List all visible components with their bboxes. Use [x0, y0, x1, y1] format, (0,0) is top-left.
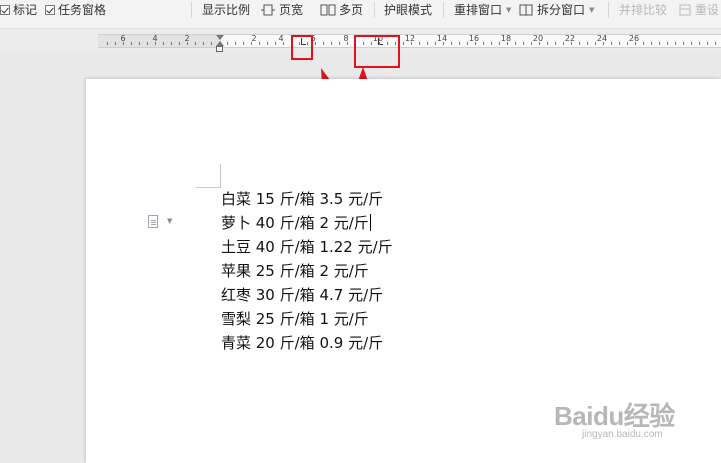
- document-line: 萝卜 40 斤/箱 2 元/斤: [221, 214, 369, 232]
- document-line[interactable]: 土豆 40 斤/箱 1.22 元/斤: [221, 235, 393, 259]
- margin-corner-mark: [196, 187, 220, 188]
- baidu-watermark: Baidu经验 jingyan.baidu.com: [554, 396, 675, 440]
- chevron-down-icon[interactable]: ▼: [167, 217, 172, 225]
- watermark-main: Baidu经验: [554, 401, 675, 431]
- document-line[interactable]: 青菜 20 斤/箱 0.9 元/斤: [221, 331, 393, 355]
- document-line[interactable]: 苹果 25 斤/箱 2 元/斤: [221, 259, 393, 283]
- paragraph-layout-icon[interactable]: [148, 215, 158, 228]
- document-line-with-cursor[interactable]: 萝卜 40 斤/箱 2 元/斤: [221, 211, 393, 235]
- text-cursor: [369, 214, 372, 231]
- document-line[interactable]: 雪梨 25 斤/箱 1 元/斤: [221, 307, 393, 331]
- document-line[interactable]: 红枣 30 斤/箱 4.7 元/斤: [221, 283, 393, 307]
- watermark-url: jingyan.baidu.com: [582, 429, 663, 440]
- document-body[interactable]: 白菜 15 斤/箱 3.5 元/斤 萝卜 40 斤/箱 2 元/斤 土豆 40 …: [221, 187, 393, 355]
- margin-corner-mark: [220, 164, 221, 188]
- document-line[interactable]: 白菜 15 斤/箱 3.5 元/斤: [221, 187, 393, 211]
